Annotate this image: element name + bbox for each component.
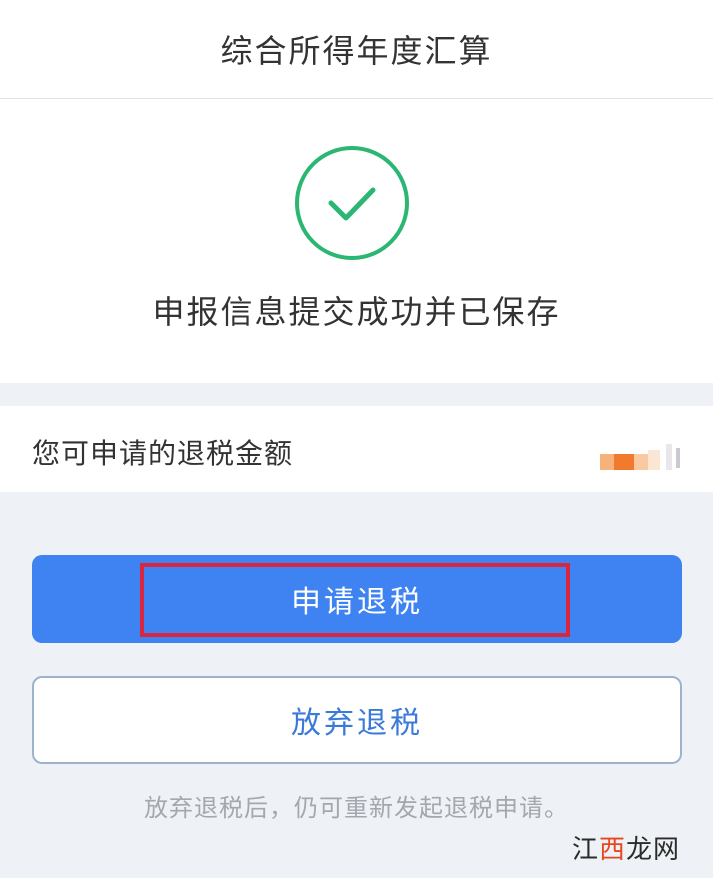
- abandon-hint-text: 放弃退税后，仍可重新发起退税申请。: [144, 794, 569, 822]
- header-bar: 综合所得年度汇算: [0, 0, 713, 99]
- success-message: 申报信息提交成功并已保存: [152, 293, 561, 331]
- watermark-char-1: 江: [572, 834, 600, 865]
- check-circle-icon: [295, 146, 409, 260]
- refund-amount-value-blurred: [600, 440, 682, 474]
- watermark-char-3: 龙网: [626, 834, 681, 865]
- abandon-refund-button[interactable]: 放弃退税: [32, 676, 682, 764]
- apply-refund-button[interactable]: 申请退税: [32, 555, 682, 643]
- watermark-char-2: 西: [599, 834, 627, 865]
- refund-amount-label: 您可申请的退税金额: [32, 437, 294, 470]
- page-title: 综合所得年度汇算: [220, 32, 493, 70]
- success-panel: 申报信息提交成功并已保存: [0, 99, 713, 383]
- site-watermark: 江 西 龙网: [572, 828, 684, 866]
